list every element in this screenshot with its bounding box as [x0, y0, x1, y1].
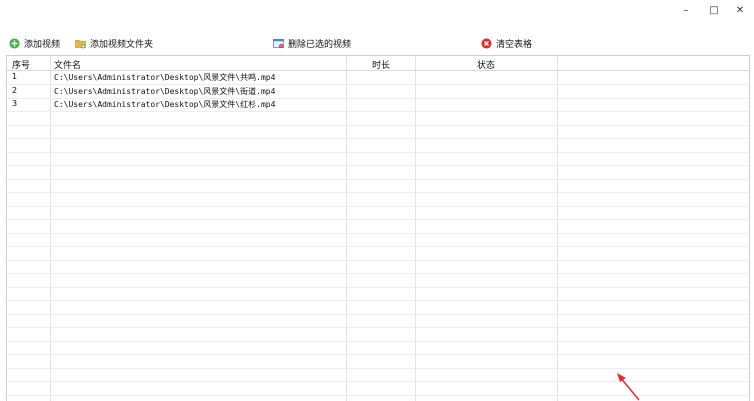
column-header-status[interactable]: 状态: [477, 58, 495, 71]
row-gridline: [7, 219, 749, 220]
row-gridline: [7, 246, 749, 247]
row-gridline: [7, 260, 749, 261]
maximize-button[interactable]: □: [700, 0, 728, 20]
row-gridline: [7, 206, 749, 207]
row-gridline: [7, 192, 749, 193]
toolbar: 添加视频 添加视频文件夹 删除已选的视频 清空表格: [0, 33, 754, 53]
row-gridline: [7, 354, 749, 355]
add-video-button[interactable]: 添加视频: [9, 35, 60, 51]
clear-icon: [481, 37, 492, 49]
add-video-label: 添加视频: [24, 39, 61, 50]
table-header: 序号 文件名 时长 状态: [7, 56, 749, 71]
delete-window-icon: [273, 38, 284, 48]
row-filename: C:\Users\Administrator\Desktop\风景文件\红杉.m…: [54, 100, 276, 109]
column-header-filename[interactable]: 文件名: [54, 58, 81, 71]
row-gridline: [7, 138, 749, 139]
annotation-arrow-icon: [617, 373, 640, 401]
row-index: 1: [12, 72, 18, 81]
row-index: 2: [12, 86, 18, 95]
row-gridline: [7, 233, 749, 234]
row-gridline: [7, 165, 749, 166]
row-filename: C:\Users\Administrator\Desktop\风景文件\共鸣.m…: [54, 73, 276, 82]
row-filename: C:\Users\Administrator\Desktop\风景文件\街道.m…: [54, 87, 276, 96]
clear-table-button[interactable]: 清空表格: [481, 35, 532, 51]
column-header-index[interactable]: 序号: [12, 58, 30, 71]
table-row[interactable]: 1 C:\Users\Administrator\Desktop\风景文件\共鸣…: [7, 71, 749, 84]
delete-selected-label: 删除已选的视频: [288, 39, 352, 50]
clear-table-label: 清空表格: [496, 39, 533, 50]
add-folder-label: 添加视频文件夹: [90, 39, 154, 50]
row-gridline: [7, 84, 749, 85]
close-button[interactable]: ✕: [726, 0, 754, 20]
row-gridline: [7, 111, 749, 112]
add-folder-button[interactable]: 添加视频文件夹: [75, 35, 153, 51]
table-row[interactable]: 2 C:\Users\Administrator\Desktop\风景文件\街道…: [7, 85, 749, 98]
row-gridline: [7, 314, 749, 315]
title-bar: – □ ✕: [0, 0, 754, 20]
close-icon: ✕: [735, 4, 745, 16]
add-circle-icon: [9, 37, 20, 49]
row-gridline: [7, 179, 749, 180]
delete-selected-button[interactable]: 删除已选的视频: [273, 35, 351, 51]
video-table[interactable]: 序号 文件名 时长 状态 1 C:\Users\Administrator\De…: [6, 55, 750, 401]
minimize-button[interactable]: –: [672, 0, 700, 20]
row-gridline: [7, 341, 749, 342]
table-row[interactable]: 3 C:\Users\Administrator\Desktop\风景文件\红杉…: [7, 98, 749, 111]
row-gridline: [7, 287, 749, 288]
row-gridline: [7, 300, 749, 301]
row-index: 3: [12, 99, 18, 108]
minimize-icon: –: [683, 4, 689, 16]
row-gridline: [7, 273, 749, 274]
folder-add-icon: [75, 39, 86, 48]
row-gridline: [7, 152, 749, 153]
row-gridline: [7, 98, 749, 99]
row-gridline: [7, 125, 749, 126]
maximize-icon: □: [709, 4, 719, 16]
column-header-duration[interactable]: 时长: [372, 58, 390, 71]
row-gridline: [7, 327, 749, 328]
